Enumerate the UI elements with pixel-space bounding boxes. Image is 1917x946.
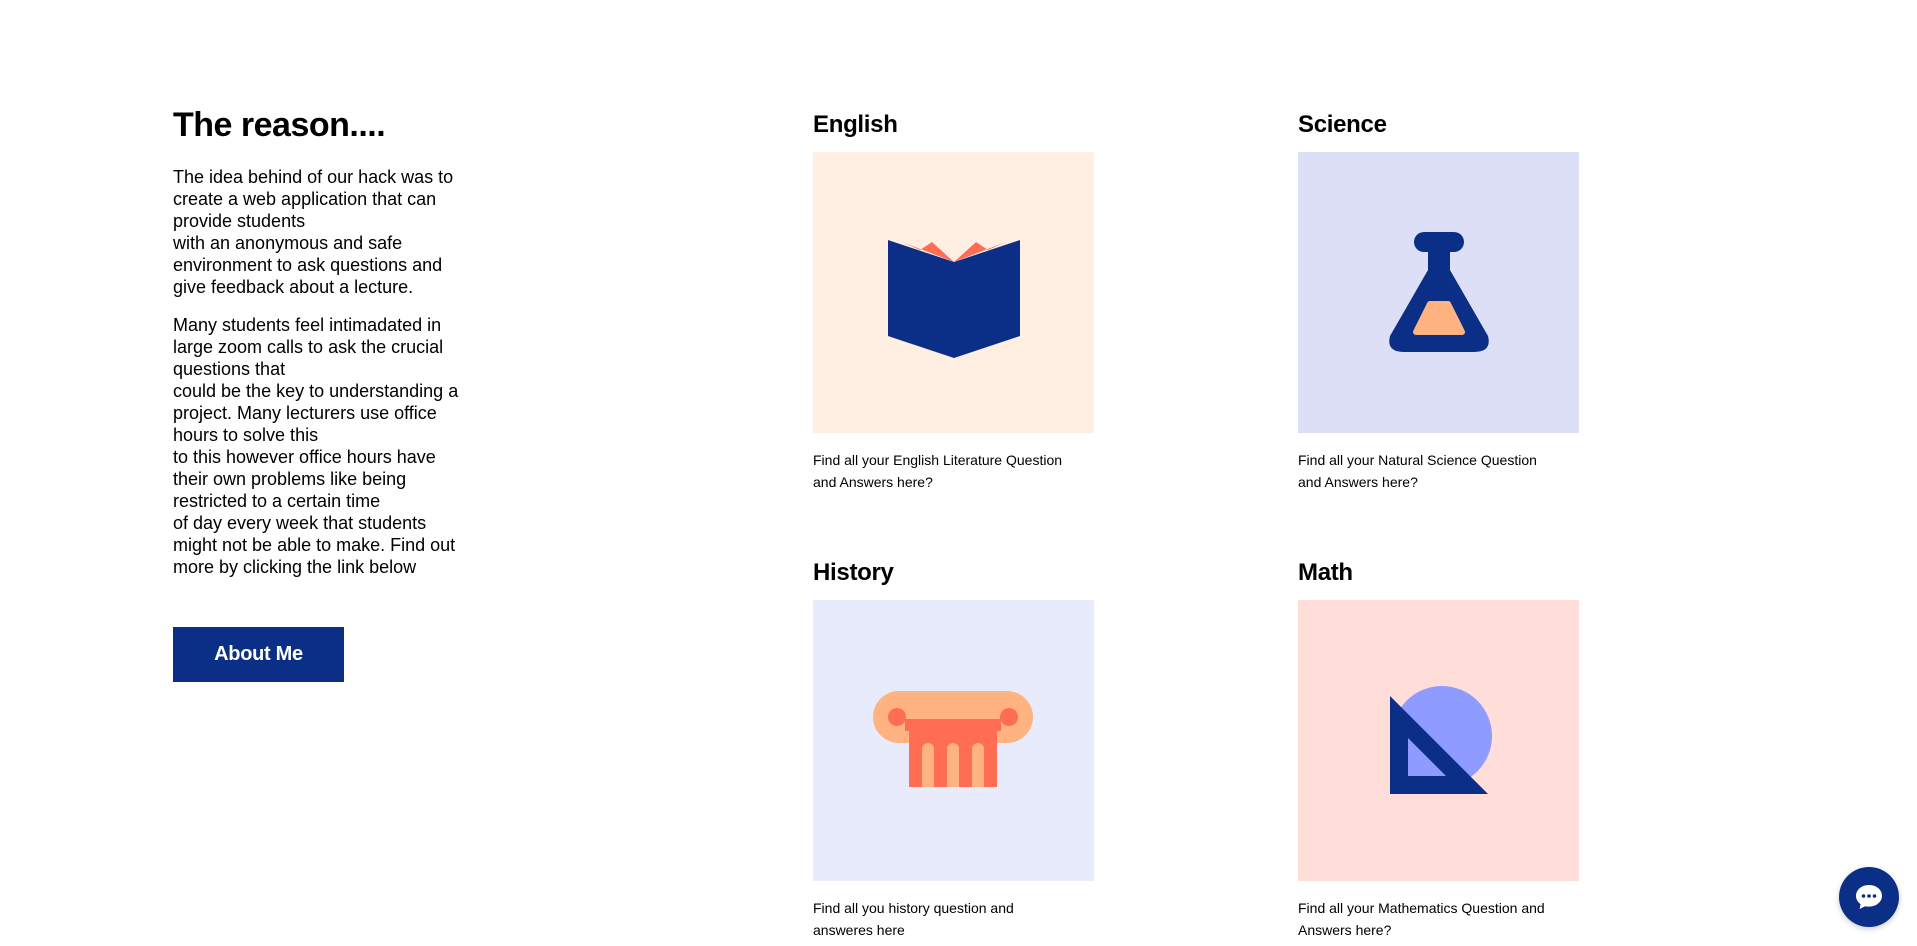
intro-paragraph-2: Many students feel intimadated in large …	[173, 315, 459, 577]
subject-description-science: Find all your Natural Science Question a…	[1298, 452, 1537, 490]
subject-title-science: Science	[1298, 111, 1387, 138]
set-square-icon	[1389, 685, 1492, 794]
intro-section: The reason.... The idea behind of our ha…	[173, 100, 493, 578]
subject-tile-math[interactable]	[1298, 600, 1579, 881]
subject-tile-english[interactable]	[813, 152, 1094, 433]
about-me-button[interactable]: About Me	[173, 627, 344, 682]
subject-card-english: English Find all your English Literature…	[813, 110, 1094, 493]
column-icon	[872, 690, 1033, 787]
subject-title-history: History	[813, 559, 894, 586]
subject-card-math: Math Find all your Mathematics Question …	[1298, 558, 1579, 941]
subject-title-english: English	[813, 111, 898, 138]
flask-icon	[1388, 231, 1489, 352]
subject-card-science: Science Find all your Natural Science Qu…	[1298, 110, 1579, 493]
subject-description-history: Find all you history question and answer…	[813, 900, 1014, 938]
chat-bubble-icon	[1856, 885, 1882, 909]
intro-heading: The reason....	[173, 106, 386, 144]
book-icon	[887, 239, 1020, 358]
subject-description-english: Find all your English Literature Questio…	[813, 452, 1063, 490]
subject-tile-science[interactable]	[1298, 152, 1579, 433]
subject-card-history: History Find all you history question an…	[813, 558, 1094, 941]
subject-description-math: Find all your Mathematics Question and A…	[1298, 900, 1545, 938]
subject-title-math: Math	[1298, 559, 1353, 586]
subject-tile-history[interactable]	[813, 600, 1094, 881]
chat-launcher-button[interactable]	[1839, 867, 1899, 927]
intro-paragraph-1: The idea behind of our hack was to creat…	[173, 167, 454, 297]
